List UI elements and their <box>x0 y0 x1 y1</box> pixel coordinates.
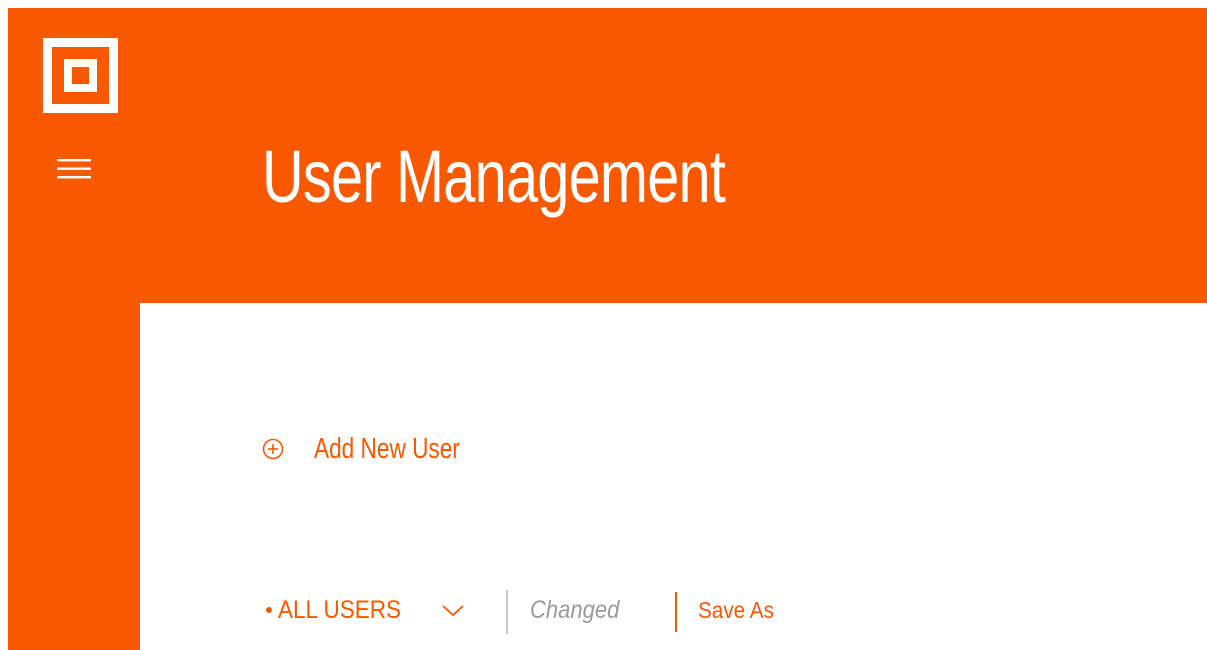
view-selector-label: ALL USERS <box>278 595 401 624</box>
app-window: User Management Add New User ALL USERS C… <box>0 0 1207 650</box>
sidebar <box>8 8 140 650</box>
plus-circle-icon <box>262 438 284 460</box>
left-border <box>0 0 8 650</box>
view-selector-dropdown[interactable]: ALL USERS <box>278 590 433 630</box>
divider <box>675 592 677 632</box>
filter-bar: ALL USERS Changed Save As <box>266 590 966 634</box>
chevron-down-icon[interactable] <box>441 604 465 618</box>
divider <box>506 590 508 634</box>
unsaved-indicator-dot <box>266 607 272 613</box>
logo-inner <box>64 59 97 92</box>
logo-square-icon[interactable] <box>43 38 118 113</box>
logo-core <box>72 67 89 84</box>
add-new-user-label: Add New User <box>314 432 460 465</box>
hamburger-menu-icon[interactable] <box>57 159 105 193</box>
hamburger-menu-svg <box>57 159 91 179</box>
save-as-button[interactable]: Save As <box>698 590 774 630</box>
page-title: User Management <box>262 135 726 218</box>
changed-status-text: Changed <box>530 596 620 624</box>
add-new-user-button[interactable]: Add New User <box>262 432 501 466</box>
top-border <box>0 0 1207 8</box>
